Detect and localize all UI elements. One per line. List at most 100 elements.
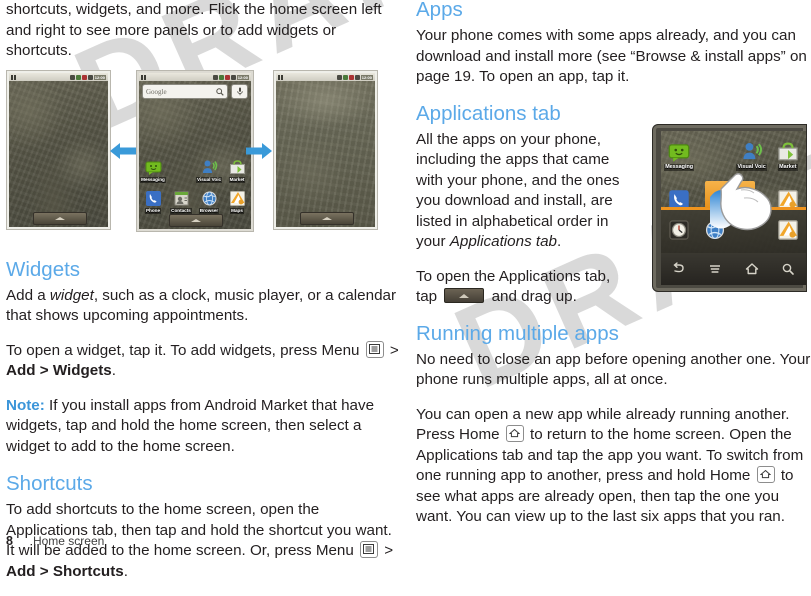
widgets-p2-b: >: [385, 341, 399, 359]
shortcuts-p1-a: To add shortcuts to the home screen, ope…: [6, 501, 392, 559]
app-browser[interactable]: Browser: [195, 190, 223, 214]
app-market[interactable]: Market: [223, 159, 251, 183]
contacts-icon: [173, 190, 190, 207]
app-messaging[interactable]: Messaging: [661, 141, 697, 171]
app-contacts[interactable]: Contacts: [167, 190, 195, 214]
status-bar: 12:00: [9, 73, 108, 81]
applications-tab-handle-inline-icon: [444, 288, 485, 303]
app-visual-voicemail[interactable]: Visual Voic: [734, 141, 770, 171]
home-key-icon: [505, 425, 524, 442]
messaging-icon: [145, 159, 162, 176]
app-label: Visual Voic: [195, 177, 223, 183]
status-bar: 12:00: [139, 73, 251, 81]
status-bar: 12:00: [276, 73, 375, 81]
wallpaper: [9, 73, 108, 227]
heading-running-multiple-apps: Running multiple apps: [416, 321, 619, 345]
widgets-paragraph-2: To open a widget, tap it. To add widgets…: [6, 340, 402, 382]
navigation-bar: [661, 253, 806, 285]
app-messaging[interactable]: Messaging: [139, 159, 167, 183]
home-key-icon: [756, 466, 775, 483]
phone-screenshot-center: 12:00 Google Messaging Visual Voic Marke…: [136, 70, 254, 232]
app-label: Messaging: [140, 177, 166, 183]
figure-home-panels: 12:00 12:00 Google Messaging Visual Voic…: [6, 70, 378, 232]
home-icon-row-2: Phone Contacts Browser Maps: [139, 190, 251, 214]
search-icon[interactable]: [777, 259, 799, 279]
widgets-p2-a: To open a widget, tap it. To add widgets…: [6, 341, 364, 359]
app-label: Market: [778, 164, 798, 171]
status-time: 12:00: [93, 74, 106, 80]
heading-widgets: Widgets: [6, 257, 81, 281]
app-visual-voicemail[interactable]: Visual Voic: [195, 159, 223, 183]
running-paragraph-2: You can open a new app while already run…: [416, 405, 811, 528]
back-icon[interactable]: [668, 259, 690, 279]
big-icon-row-1: Messaging Visual Voic Market: [661, 141, 806, 171]
phone-screen: Messaging Visual Voic Market: [661, 131, 806, 253]
app-phone[interactable]: Phone: [139, 190, 167, 214]
heading-apps: Apps: [416, 0, 463, 21]
maps-icon: [229, 190, 246, 207]
note-label: Note:: [6, 396, 45, 414]
widgets-note: Note: If you install apps from Android M…: [6, 396, 402, 458]
page-footer: 8 Home screen: [6, 534, 104, 548]
messaging-icon: [668, 141, 690, 163]
app-label: Maps: [230, 208, 244, 214]
widgets-paragraph-1: Add a widget, such as a clock, music pla…: [6, 286, 402, 327]
arrow-left-icon: [110, 142, 136, 160]
applications-tab-paragraph-1: All the apps on your phone, including th…: [416, 130, 631, 253]
home-icon[interactable]: [741, 259, 763, 279]
microphone-icon[interactable]: [231, 84, 248, 99]
intro-paragraph: shortcuts, widgets, and more. Flick the …: [6, 1, 382, 59]
app-label: Phone: [144, 208, 162, 214]
apptab-p1-italic: Applications tab: [449, 233, 557, 250]
app-label: Visual Voic: [736, 164, 767, 171]
applications-tab-handle[interactable]: [299, 212, 354, 225]
status-time: 12:00: [360, 74, 373, 80]
shortcuts-p1-bold: Add > Shortcuts: [6, 562, 124, 580]
menu-key-icon: [365, 340, 384, 358]
search-icon: [216, 83, 224, 101]
page-number: 8: [6, 534, 13, 548]
visual-voicemail-icon: [201, 159, 218, 176]
widgets-p2-bold: Add > Widgets: [6, 362, 112, 379]
search-input[interactable]: Google: [142, 84, 228, 99]
figure-applications-tab-drag: Messaging Visual Voic Market: [652, 124, 807, 292]
heading-shortcuts: Shortcuts: [6, 472, 93, 495]
hand-gesture-icon: [711, 173, 783, 235]
market-icon: [777, 141, 799, 163]
wallpaper: [276, 73, 375, 227]
app-label: Messaging: [664, 164, 695, 171]
running-paragraph-1: No need to close an app before opening a…: [416, 350, 811, 389]
home-icon-row-1: Messaging Visual Voic Market: [139, 159, 251, 183]
apptab-p2-b: and drag up.: [487, 288, 577, 305]
widgets-p1-a: Add a: [6, 286, 50, 304]
app-clock[interactable]: [661, 219, 697, 241]
phone-screenshot-right: 12:00: [273, 70, 378, 230]
status-time: 12:00: [236, 74, 249, 80]
applications-tab-paragraph-2: To open the Applications tab, tap and dr…: [416, 267, 631, 308]
widgets-p1-italic: widget: [49, 286, 94, 304]
widgets-p2-c: .: [111, 362, 116, 379]
phone-screenshot-left: 12:00: [6, 70, 111, 230]
app-label: Market: [228, 177, 246, 183]
shortcuts-p1-b: >: [380, 542, 394, 559]
heading-applications-tab: Applications tab: [416, 101, 561, 125]
google-search-widget[interactable]: Google: [142, 84, 248, 99]
app-empty-slot: [167, 159, 195, 183]
note-text: If you install apps from Android Market …: [6, 396, 375, 455]
visual-voicemail-icon: [741, 141, 763, 163]
app-market[interactable]: Market: [770, 141, 806, 171]
chapter-name: Home screen: [32, 534, 105, 548]
phone-device: Messaging Visual Voic Market: [652, 124, 807, 292]
browser-icon: [201, 190, 218, 207]
shortcuts-p1-c: .: [123, 562, 128, 580]
applications-tab-handle[interactable]: [32, 212, 87, 225]
apps-paragraph: Your phone comes with some apps already,…: [416, 27, 807, 85]
phone-icon: [145, 190, 162, 207]
app-maps[interactable]: Maps: [223, 190, 251, 214]
manual-page: DRAFT DRAFT shortcuts, widgets, and more…: [0, 0, 811, 580]
menu-icon[interactable]: [704, 259, 726, 279]
applications-tab-handle[interactable]: [169, 214, 223, 227]
menu-key-icon: [360, 541, 379, 558]
apptab-p1-b: .: [557, 233, 562, 250]
clock-icon: [668, 219, 690, 241]
